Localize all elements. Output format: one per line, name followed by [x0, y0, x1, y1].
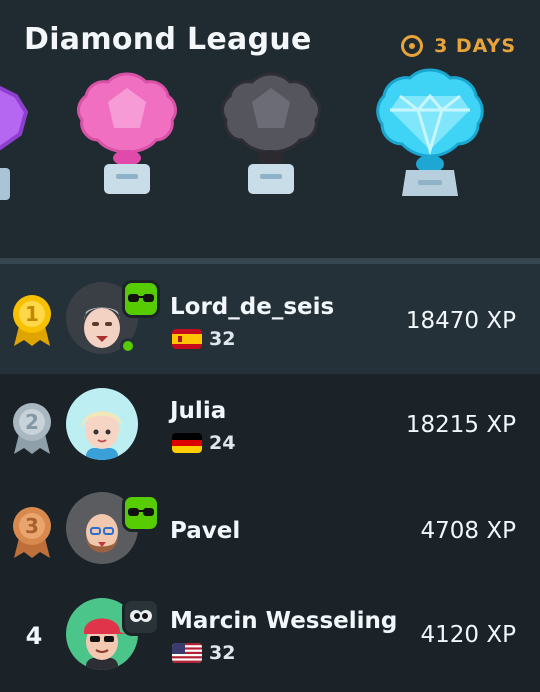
leaderboard-row[interactable]: 1 Lord_de_seis 32 18470 XP: [0, 264, 540, 374]
league-timer: 3 DAYS: [400, 34, 516, 58]
user-name[interactable]: Julia: [170, 398, 226, 424]
user-name[interactable]: Marcin Wesseling: [170, 608, 397, 634]
rank-number: 1: [25, 302, 39, 326]
xp-value: 4120 XP: [420, 622, 516, 648]
user-name[interactable]: Pavel: [170, 518, 240, 544]
leaderboard-row[interactable]: 4 Marcin Wesseling 32 4120 XP: [0, 594, 540, 692]
user-meta: 32: [172, 642, 235, 664]
league-header: Diamond League 3 DAYS: [0, 0, 540, 258]
user-meta-value: 24: [209, 432, 236, 454]
avatar[interactable]: [66, 388, 138, 460]
user-meta: 32: [172, 328, 235, 350]
user-name[interactable]: Lord_de_seis: [170, 294, 334, 320]
online-indicator: [120, 338, 136, 354]
rank-number: 2: [25, 410, 39, 434]
spain-flag-icon: [172, 329, 202, 349]
page-title: Diamond League: [24, 22, 312, 57]
pearl-trophy-icon[interactable]: [76, 68, 178, 198]
xp-value: 4708 XP: [420, 518, 516, 544]
user-meta-value: 32: [209, 642, 236, 664]
clock-icon: [401, 35, 424, 57]
user-avatar-icon: [81, 411, 123, 460]
usa-flag-icon: [172, 643, 202, 663]
cool-owl-badge-icon: [122, 494, 160, 532]
obsidian-trophy-icon[interactable]: [220, 68, 322, 198]
leaderboard-row[interactable]: 2 Julia 24 18215 XP: [0, 374, 540, 484]
dark-eyes-badge-icon: [122, 598, 160, 636]
germany-flag-icon: [172, 433, 202, 453]
leaderboard-row[interactable]: 3 Pavel 4708 XP: [0, 484, 540, 594]
xp-value: 18470 XP: [405, 308, 516, 334]
rank-number: 3: [25, 514, 39, 538]
xp-value: 18215 XP: [405, 412, 516, 438]
user-meta: 24: [172, 432, 235, 454]
league-trophies[interactable]: [0, 60, 540, 220]
rank-number: 4: [25, 622, 43, 650]
user-meta-value: 32: [209, 328, 236, 350]
timer-text: 3 DAYS: [434, 35, 516, 57]
cool-owl-badge-icon: [122, 280, 160, 318]
diamond-trophy-icon[interactable]: [374, 66, 486, 204]
amethyst-trophy-icon[interactable]: [0, 76, 30, 206]
